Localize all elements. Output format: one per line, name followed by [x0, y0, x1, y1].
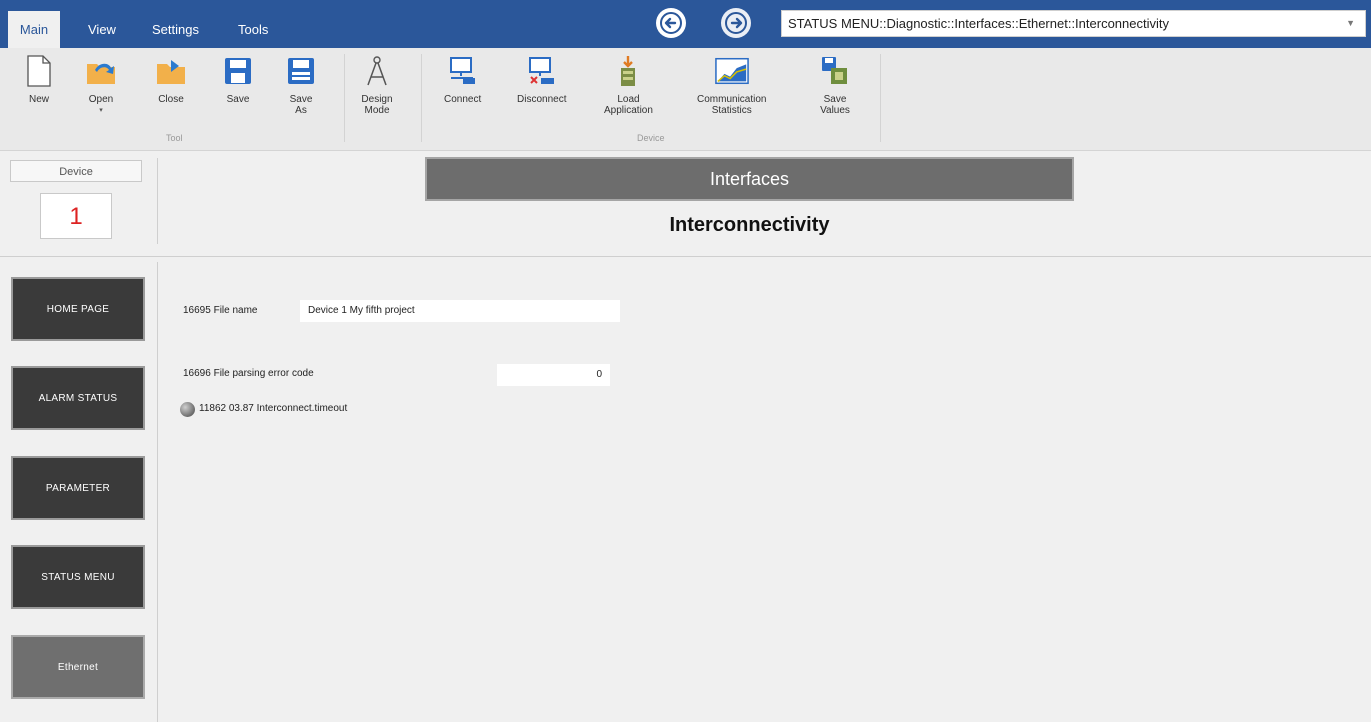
forward-arrow-icon[interactable] — [721, 8, 751, 38]
status-menu-button[interactable]: STATUS MENU — [11, 545, 145, 609]
open-dropdown-icon: ▾ — [99, 107, 103, 114]
new-button[interactable]: New — [22, 52, 56, 105]
timeout-label: 11862 03.87 Interconnect.timeout — [199, 403, 348, 414]
save-label: Save — [226, 94, 250, 105]
close-button[interactable]: Close — [154, 52, 188, 105]
design-mode-label: Design Mode — [361, 94, 393, 116]
home-page-button[interactable]: HOME PAGE — [11, 277, 145, 341]
compass-icon — [360, 52, 394, 90]
ribbon-separator — [344, 54, 345, 142]
menu-bar: Main View Settings Tools STATUS MENU::Di… — [0, 0, 1371, 48]
save-values-label: Save Values — [820, 94, 850, 116]
connect-computer-icon — [446, 52, 480, 90]
file-name-label: 16695 File name — [183, 305, 258, 316]
parse-error-field[interactable]: 0 — [497, 364, 610, 386]
interfaces-header: Interfaces — [425, 157, 1074, 201]
connect-button[interactable]: Connect — [444, 52, 481, 105]
disconnect-computer-icon — [525, 52, 559, 90]
save-values-icon — [818, 52, 852, 90]
save-as-icon — [284, 52, 318, 90]
load-application-button[interactable]: Load Application — [604, 52, 653, 116]
save-as-label: Save As — [289, 94, 313, 116]
ribbon-group-tool: Tool — [166, 133, 183, 143]
ribbon-toolbar: New Open ▾ Close Save Save As Tool Desig — [0, 48, 1371, 151]
tab-settings[interactable]: Settings — [152, 11, 199, 48]
alarm-status-button[interactable]: ALARM STATUS — [11, 366, 145, 430]
design-mode-button[interactable]: Design Mode — [360, 52, 394, 116]
save-button[interactable]: Save — [221, 52, 255, 105]
ethernet-button[interactable]: Ethernet — [11, 635, 145, 699]
floppy-disk-icon — [221, 52, 255, 90]
close-folder-icon — [154, 52, 188, 90]
save-values-button[interactable]: Save Values — [818, 52, 852, 116]
open-label: Open — [88, 94, 114, 105]
navigation-path-text: STATUS MENU::Diagnostic::Interfaces::Eth… — [788, 16, 1169, 31]
connect-label: Connect — [444, 94, 482, 105]
ribbon-group-device: Device — [637, 133, 665, 143]
device-label: Device — [10, 160, 142, 182]
chevron-down-icon: ▼ — [1346, 18, 1355, 28]
open-folder-icon — [84, 52, 118, 90]
ribbon-separator — [421, 54, 422, 142]
save-as-button[interactable]: Save As — [284, 52, 318, 116]
statistics-chart-icon — [714, 52, 749, 90]
divider — [0, 256, 1371, 257]
tab-view[interactable]: View — [88, 11, 116, 48]
close-label: Close — [158, 94, 184, 105]
divider — [157, 158, 158, 244]
disconnect-button[interactable]: Disconnect — [517, 52, 566, 105]
parameter-button[interactable]: PARAMETER — [11, 456, 145, 520]
disconnect-label: Disconnect — [517, 94, 567, 105]
file-name-field[interactable]: Device 1 My fifth project — [300, 300, 620, 322]
device-number-field[interactable]: 1 — [40, 193, 112, 239]
navigation-path-dropdown[interactable]: STATUS MENU::Diagnostic::Interfaces::Eth… — [781, 10, 1366, 37]
divider — [157, 262, 158, 722]
status-led-icon — [180, 402, 195, 417]
new-label: New — [28, 94, 49, 105]
tab-main[interactable]: Main — [8, 11, 60, 48]
back-arrow-icon[interactable] — [656, 8, 686, 38]
parse-error-label: 16696 File parsing error code — [183, 368, 314, 379]
communication-statistics-label: Communication Statistics — [697, 94, 767, 116]
open-button[interactable]: Open ▾ — [84, 52, 118, 116]
load-application-icon — [611, 52, 645, 90]
tab-tools[interactable]: Tools — [238, 11, 268, 48]
page-title: Interconnectivity — [669, 214, 830, 236]
ribbon-separator — [880, 54, 881, 142]
communication-statistics-button[interactable]: Communication Statistics — [697, 52, 766, 116]
load-application-label: Load Application — [604, 94, 653, 116]
new-document-icon — [22, 52, 56, 90]
